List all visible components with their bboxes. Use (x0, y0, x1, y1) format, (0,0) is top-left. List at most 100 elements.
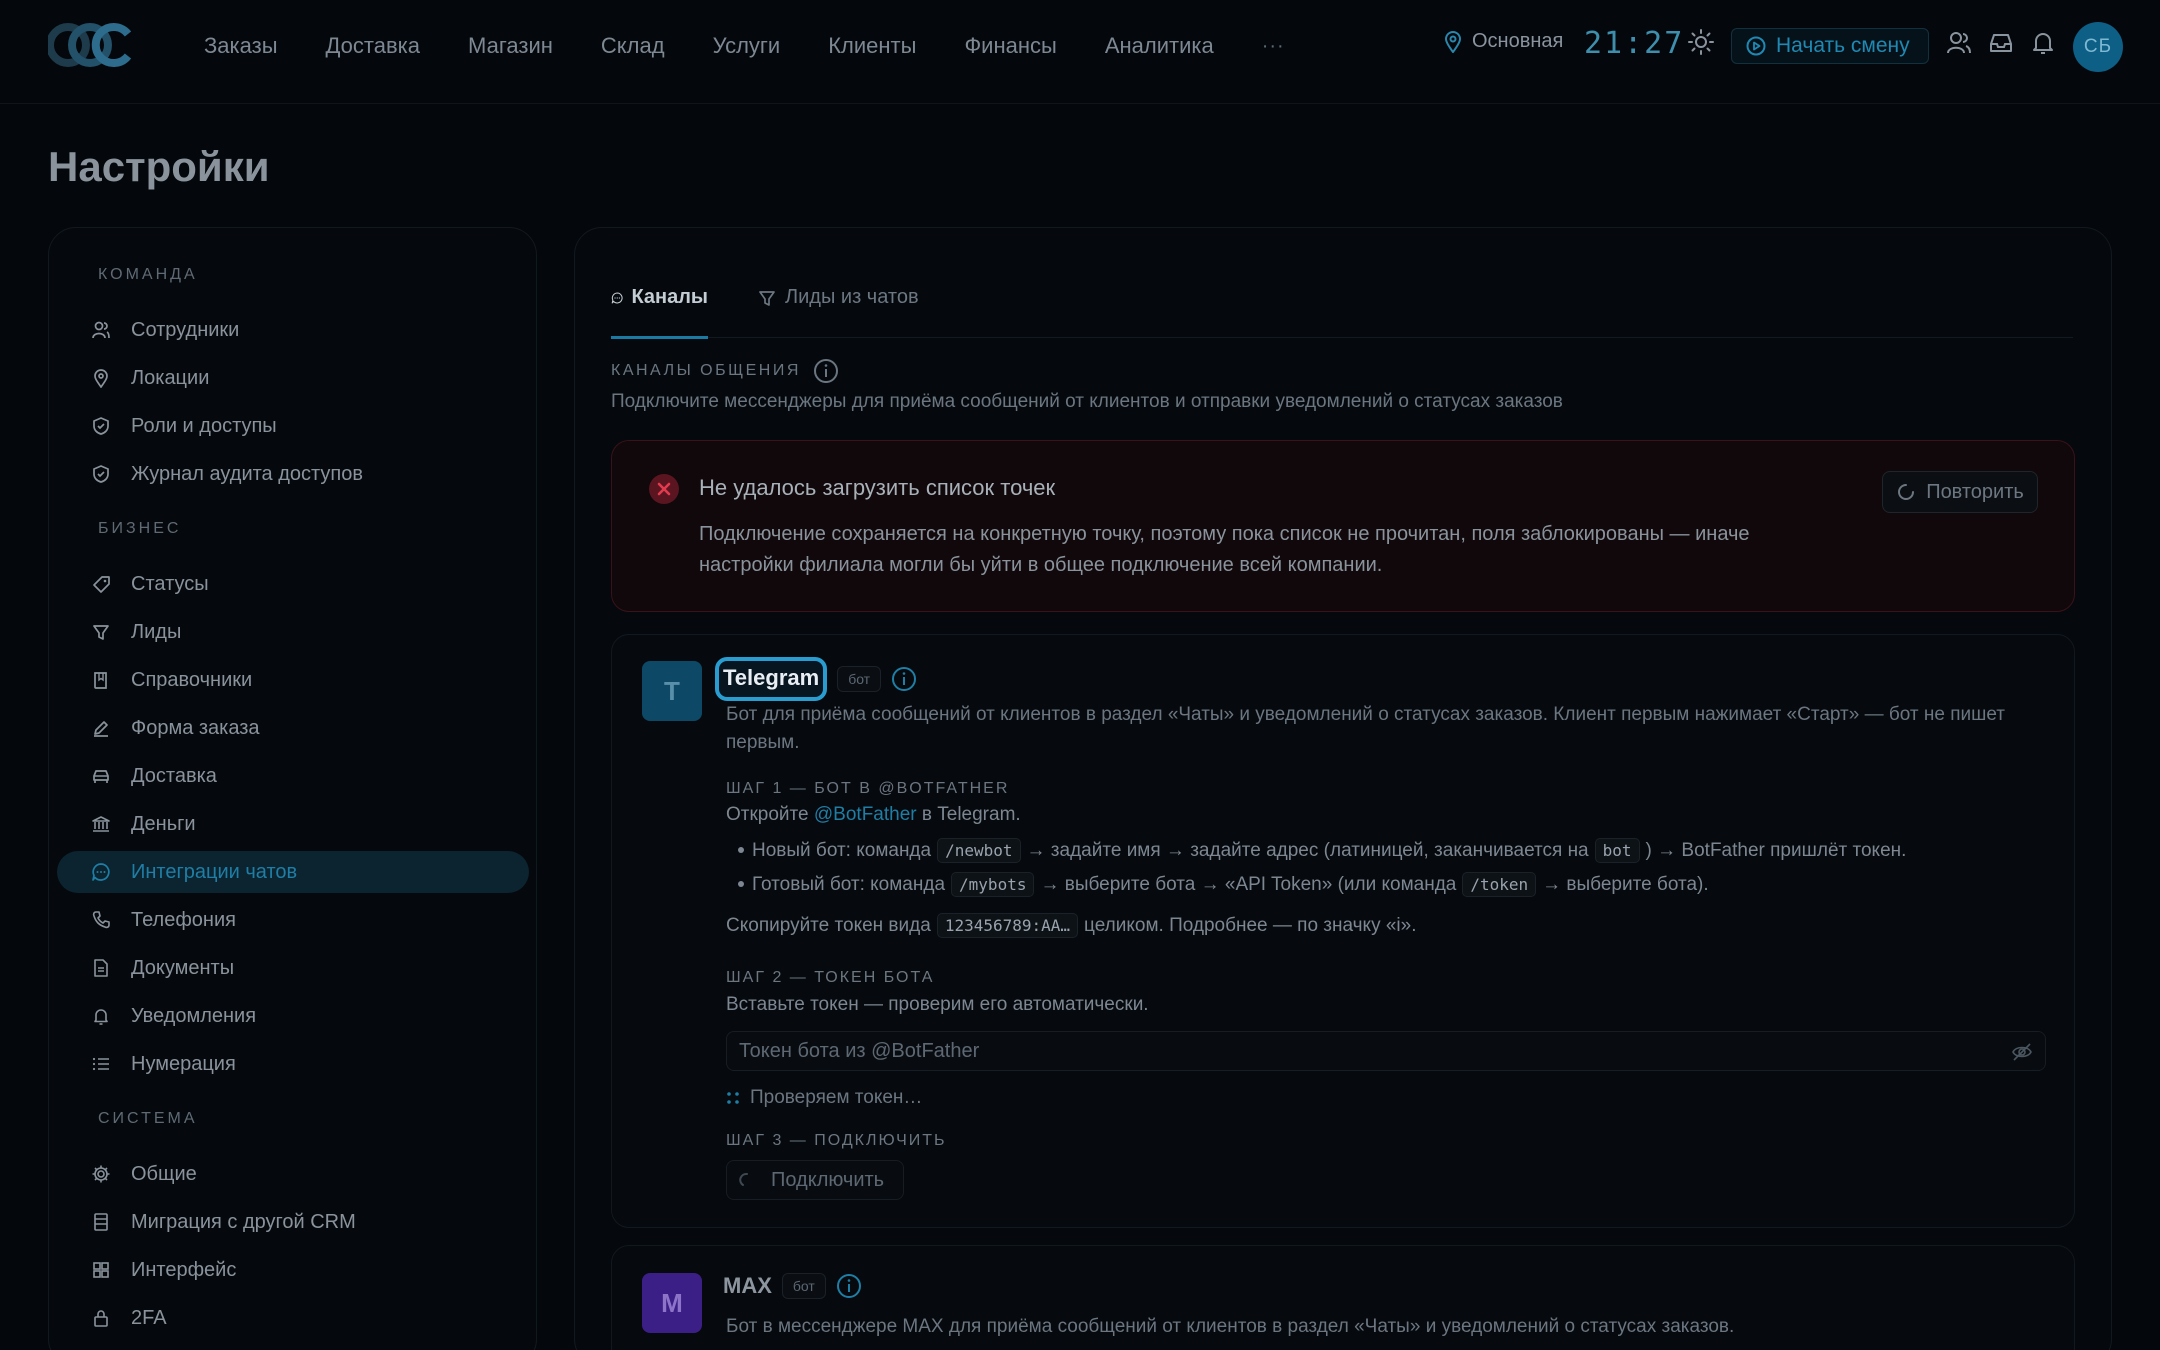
start-shift-label: Начать смену (1776, 34, 1910, 57)
bot-token-input[interactable]: Токен бота из @BotFather (726, 1031, 2046, 1071)
nav-item-services[interactable]: Услуги (713, 33, 781, 59)
retry-button[interactable]: Повторить (1882, 471, 2038, 513)
sidebar-item-label: Форма заказа (131, 716, 260, 739)
sidebar-item-label: Уведомления (131, 1004, 257, 1027)
tab-chat-leads[interactable]: Лиды из чатов (757, 286, 919, 338)
sidebar-item-employees[interactable]: Сотрудники (57, 309, 529, 351)
nav-item-finance[interactable]: Финансы (964, 33, 1056, 59)
step1-open-suffix: в Telegram. (921, 804, 1021, 825)
location-pin-icon (94, 369, 108, 388)
channel-name[interactable]: MAX (715, 1273, 772, 1299)
connect-button[interactable]: Подключить (726, 1160, 904, 1200)
avatar[interactable]: СБ (2073, 22, 2123, 72)
sidebar-item-label: Справочники (131, 668, 253, 691)
sidebar-item-delivery[interactable]: Доставка (57, 755, 529, 797)
tag-icon (93, 576, 110, 593)
phone-icon (92, 911, 110, 929)
token-placeholder: Токен бота из @BotFather (739, 1039, 980, 1062)
info-icon[interactable] (836, 1273, 862, 1299)
nav-item-delivery[interactable]: Доставка (326, 33, 420, 59)
sidebar-item-interface[interactable]: Интерфейс (57, 1249, 529, 1291)
hint-text: целиком. Подробнее — по значку «i». (1084, 914, 1417, 936)
bell-icon[interactable] (2030, 30, 2056, 56)
nav-item-warehouse[interactable]: Склад (601, 33, 665, 59)
sidebar-item-money[interactable]: Деньги (57, 803, 529, 845)
tab-channels[interactable]: Каналы (611, 286, 708, 339)
token-checking-status: Проверяем токен… (726, 1087, 922, 1109)
spinner-icon (739, 1172, 748, 1186)
nav-item-shop[interactable]: Магазин (468, 33, 553, 59)
start-shift-button[interactable]: Начать смену (1731, 28, 1929, 64)
gear-icon (92, 1165, 110, 1183)
sidebar-item-label: Интеграции чатов (131, 860, 298, 883)
nav-item-clients[interactable]: Клиенты (828, 33, 916, 59)
sidebar-item-documents[interactable]: Документы (57, 947, 529, 989)
bullet-text: ) → BotFather пришлёт токен. (1645, 839, 1907, 861)
channel-description: Бот для приёма сообщений от клиентов в р… (726, 704, 2006, 753)
hint-text: Скопируйте токен вида (726, 914, 931, 936)
sidebar-item-access-audit[interactable]: Журнал аудита доступов (57, 453, 529, 495)
sidebar-item-chat-integrations[interactable]: Интеграции чатов (57, 851, 529, 893)
bell-icon (94, 1009, 108, 1025)
nav-item-orders[interactable]: Заказы (204, 33, 278, 59)
inbox-icon[interactable] (1988, 30, 2014, 56)
sidebar-item-label: Нумерация (131, 1052, 236, 1075)
bullet-text: → задайте имя → задайте адрес (латиницей… (1026, 839, 1589, 861)
sidebar-item-label: Роли и доступы (131, 414, 277, 437)
sidebar-item-notifications[interactable]: Уведомления (57, 995, 529, 1037)
funnel-icon (759, 291, 775, 306)
error-x-icon (649, 474, 679, 504)
location-selector[interactable]: Основная (1444, 30, 1563, 53)
lock-icon (94, 1310, 108, 1327)
sidebar-item-statuses[interactable]: Статусы (57, 563, 529, 605)
tab-bar: Каналы Лиды из чатов (611, 286, 2073, 339)
sidebar-item-label: Журнал аудита доступов (131, 462, 363, 485)
list-icon (92, 1057, 109, 1071)
info-icon[interactable] (891, 666, 917, 692)
top-bar: Заказы Доставка Магазин Склад Услуги Кли… (0, 0, 2160, 104)
sidebar-item-label: Общие (131, 1162, 197, 1185)
database-icon (94, 1213, 108, 1231)
pen-icon (94, 721, 108, 737)
sidebar-item-order-form[interactable]: Форма заказа (57, 707, 529, 749)
sidebar-item-2fa[interactable]: 2FA (57, 1297, 529, 1339)
sidebar-item-dictionaries[interactable]: Справочники (57, 659, 529, 701)
max-logo: M (642, 1273, 702, 1333)
sidebar-item-label: Миграция с другой CRM (131, 1210, 356, 1233)
users-icon[interactable] (1946, 30, 1972, 56)
eye-off-icon[interactable] (2011, 1042, 2033, 1062)
funnel-icon (93, 625, 109, 640)
error-text: Подключение сохраняется на конкретную то… (699, 523, 1750, 576)
bullet-text: Новый бот: команда (752, 839, 932, 861)
bullet-text: → выберите бота). (1542, 873, 1709, 895)
botfather-link[interactable]: @BotFather (814, 804, 917, 825)
step1-label: ШАГ 1 — БОТ В @BOTFATHER (726, 780, 1010, 797)
sidebar-item-numbering[interactable]: Нумерация (57, 1043, 529, 1085)
nav-more-button[interactable]: ··· (1262, 35, 1285, 58)
sidebar-item-leads[interactable]: Лиды (57, 611, 529, 653)
sidebar-item-general[interactable]: Общие (57, 1153, 529, 1195)
step3-label: ШАГ 3 — ПОДКЛЮЧИТЬ (726, 1132, 947, 1149)
sidebar-item-telephony[interactable]: Телефония (57, 899, 529, 941)
bullet-text: → выберите бота → «API Token» (или коман… (1040, 873, 1457, 895)
channel-name[interactable]: Telegram (715, 657, 828, 701)
error-alert: Не удалось загрузить список точек Подклю… (611, 440, 2075, 612)
nav-item-analytics[interactable]: Аналитика (1105, 33, 1214, 59)
main-nav: Заказы Доставка Магазин Склад Услуги Кли… (204, 0, 1285, 92)
error-title: Не удалось загрузить список точек (699, 475, 1056, 500)
sidebar-item-locations[interactable]: Локации (57, 357, 529, 399)
step1-open-text: Откройте @BotFather в Telegram. (726, 804, 1021, 826)
app-logo[interactable] (48, 22, 134, 68)
retry-label: Повторить (1926, 480, 2024, 503)
token-example-code: 123456789:AA… (936, 913, 1079, 938)
sidebar-item-roles[interactable]: Роли и доступы (57, 405, 529, 447)
location-pin-icon (1444, 30, 1462, 53)
info-icon[interactable] (813, 358, 839, 384)
grid-icon (93, 1262, 109, 1278)
sidebar-item-migration[interactable]: Миграция с другой CRM (57, 1201, 529, 1243)
bot-badge: бот (837, 666, 882, 692)
sidebar-item-label: Доставка (131, 764, 217, 787)
sun-icon[interactable] (1688, 29, 1714, 55)
sidebar-item-label: Статусы (131, 572, 209, 595)
channel-header: MAX бот (715, 1273, 862, 1299)
